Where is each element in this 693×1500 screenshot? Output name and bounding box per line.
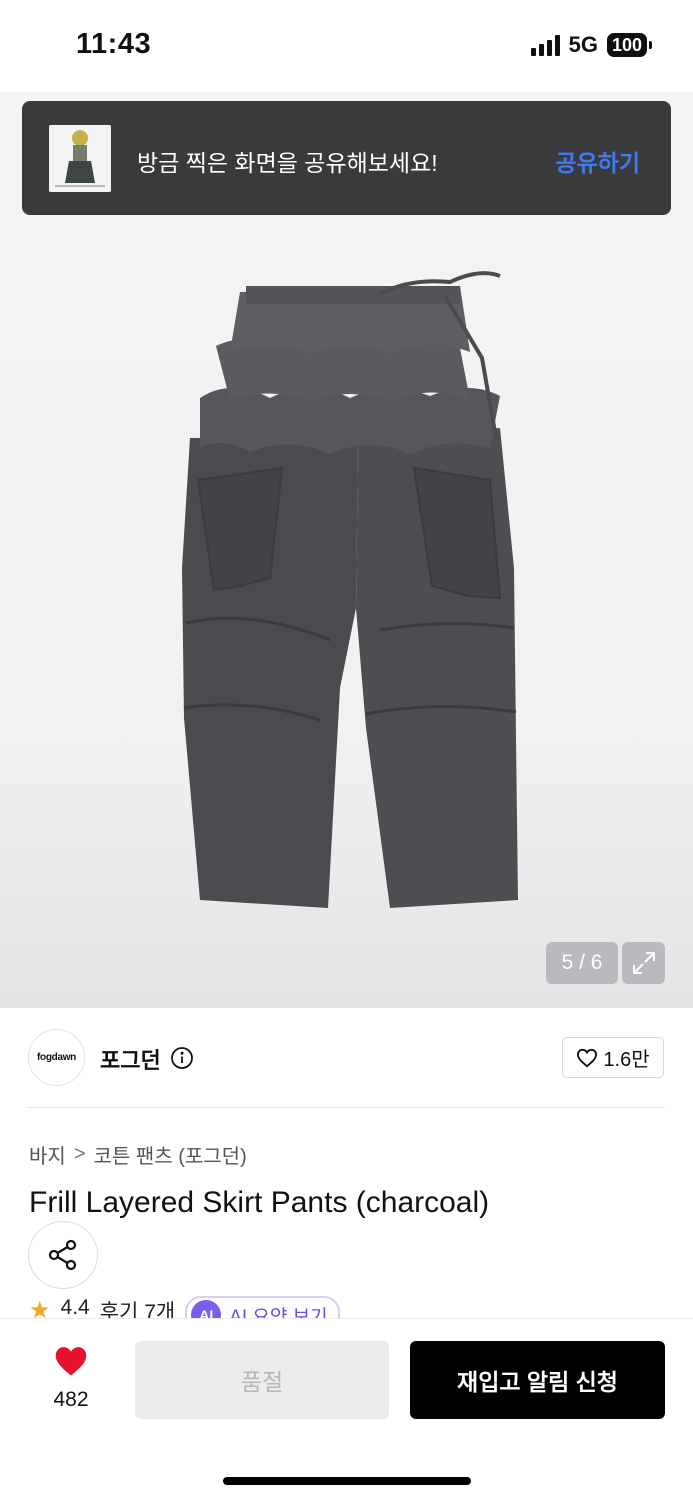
brand-name[interactable]: 포그던	[100, 1043, 161, 1075]
network-type: 5G	[568, 32, 598, 57]
expand-button[interactable]	[622, 942, 665, 984]
heart-filled-icon	[55, 1347, 87, 1376]
toast-message: 방금 찍은 화면을 공유해보세요!	[137, 150, 438, 176]
product-image-gallery[interactable]	[0, 92, 693, 1008]
rating-value: 4.4	[60, 1296, 90, 1319]
wishlist-button[interactable]: 482	[30, 1345, 112, 1412]
wish-count: 482	[53, 1388, 89, 1411]
share-toast: 방금 찍은 화면을 공유해보세요! 공유하기	[22, 101, 671, 215]
battery-icon: 100	[606, 33, 653, 57]
home-indicator[interactable]	[223, 1477, 471, 1485]
brand-like-button[interactable]: 1.6만	[562, 1037, 664, 1078]
share-now-button[interactable]: 공유하기	[555, 144, 640, 178]
info-icon[interactable]	[170, 1046, 194, 1070]
status-indicators: 5G 100	[530, 32, 653, 58]
divider	[28, 1107, 665, 1108]
heart-outline-icon	[577, 1048, 598, 1067]
breadcrumb: 바지 > 코튼 팬츠 (포그던)	[29, 1140, 247, 1169]
status-bar: 11:43 5G 100	[0, 0, 693, 92]
product-image	[182, 271, 518, 908]
expand-icon	[632, 952, 655, 974]
bottom-action-bar: 482 품절 재입고 알림 신청	[0, 1318, 693, 1500]
status-time: 11:43	[76, 28, 152, 60]
brand-like-count: 1.6만	[603, 1049, 650, 1071]
chevron-right-icon: >	[73, 1143, 86, 1165]
restock-alert-button[interactable]: 재입고 알림 신청	[410, 1341, 665, 1419]
share-icon	[48, 1239, 77, 1271]
breadcrumb-item-category[interactable]: 바지	[29, 1140, 66, 1169]
signal-icon	[530, 34, 560, 56]
product-title: Frill Layered Skirt Pants (charcoal)	[29, 1186, 490, 1219]
screenshot-thumbnail	[49, 125, 111, 192]
gallery-page-counter: 5 / 6	[546, 942, 618, 984]
breadcrumb-item-subcategory[interactable]: 코튼 팬츠 (포그던)	[94, 1140, 247, 1169]
share-button[interactable]	[28, 1221, 98, 1289]
brand-logo[interactable]: fogdawn	[28, 1029, 85, 1086]
soldout-button: 품절	[135, 1341, 389, 1419]
